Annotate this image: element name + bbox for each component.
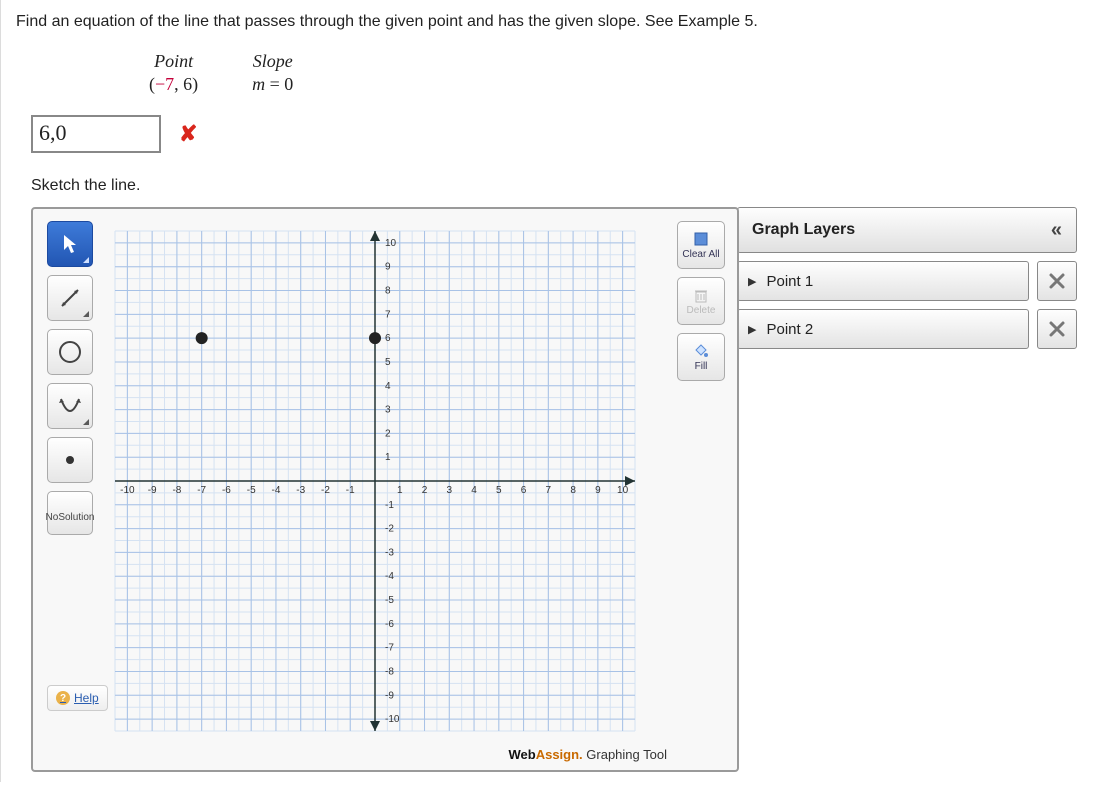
clear-icon: [693, 231, 709, 247]
svg-text:3: 3: [385, 405, 391, 416]
point-header: Point: [123, 51, 224, 72]
sketch-prompt: Sketch the line.: [31, 177, 1081, 195]
point-tool[interactable]: [47, 437, 93, 483]
svg-text:5: 5: [385, 357, 391, 368]
svg-text:-1: -1: [385, 500, 394, 511]
svg-text:9: 9: [385, 262, 391, 273]
svg-text:-2: -2: [385, 524, 394, 535]
line-tool[interactable]: [47, 275, 93, 321]
delete-layer-2[interactable]: [1037, 309, 1077, 349]
svg-text:-9: -9: [148, 485, 157, 496]
svg-text:-3: -3: [385, 547, 394, 558]
draw-toolbar: NoSolution ? Help: [47, 221, 99, 741]
expand-icon: ▶: [748, 275, 756, 288]
svg-text:-7: -7: [197, 485, 206, 496]
point-value: (−7, 6): [123, 74, 224, 95]
svg-text:3: 3: [447, 485, 453, 496]
svg-text:-6: -6: [222, 485, 231, 496]
svg-text:9: 9: [595, 485, 601, 496]
svg-text:-9: -9: [385, 690, 394, 701]
delete-layer-1[interactable]: [1037, 261, 1077, 301]
help-button[interactable]: ? Help: [47, 685, 108, 711]
svg-text:-2: -2: [321, 485, 330, 496]
svg-text:-8: -8: [172, 485, 181, 496]
close-icon: [1048, 272, 1066, 290]
graphing-tool-container: NoSolution ? Help -10-9-8-7-6-5-4-3-2-11…: [31, 207, 739, 772]
slope-header: Slope: [226, 51, 319, 72]
incorrect-icon: ✘: [179, 121, 197, 147]
svg-text:2: 2: [385, 428, 391, 439]
no-solution-button[interactable]: NoSolution: [47, 491, 93, 535]
svg-text:2: 2: [422, 485, 428, 496]
svg-text:4: 4: [471, 485, 477, 496]
delete-button[interactable]: Delete: [677, 277, 725, 325]
svg-text:1: 1: [397, 485, 403, 496]
svg-text:1: 1: [385, 452, 391, 463]
close-icon: [1048, 320, 1066, 338]
svg-text:-3: -3: [296, 485, 305, 496]
collapse-panel-icon[interactable]: «: [1051, 219, 1062, 242]
svg-text:-7: -7: [385, 643, 394, 654]
equation-answer-input[interactable]: 6,0: [31, 115, 161, 153]
svg-text:5: 5: [496, 485, 502, 496]
svg-text:-4: -4: [385, 571, 394, 582]
circle-tool[interactable]: [47, 329, 93, 375]
svg-text:6: 6: [385, 333, 391, 344]
clear-all-button[interactable]: Clear All: [677, 221, 725, 269]
svg-text:7: 7: [546, 485, 552, 496]
slope-value: m = 0: [226, 74, 319, 95]
help-icon: ?: [56, 691, 70, 705]
svg-text:-1: -1: [346, 485, 355, 496]
svg-text:8: 8: [570, 485, 576, 496]
svg-text:7: 7: [385, 309, 391, 320]
fill-button[interactable]: Fill: [677, 333, 725, 381]
question-text: Find an equation of the line that passes…: [16, 13, 1081, 31]
svg-text:4: 4: [385, 381, 391, 392]
parabola-tool[interactable]: [47, 383, 93, 429]
graphing-tool-credit: WebAssign. Graphing Tool: [47, 741, 723, 766]
svg-text:-4: -4: [271, 485, 280, 496]
svg-text:-8: -8: [385, 666, 394, 677]
svg-text:-5: -5: [247, 485, 256, 496]
given-data-table: Point Slope (−7, 6) m = 0: [121, 49, 321, 97]
svg-text:-10: -10: [120, 485, 135, 496]
svg-text:10: 10: [385, 238, 397, 249]
layer-point-2[interactable]: ▶ Point 2: [737, 309, 1029, 349]
svg-text:-6: -6: [385, 619, 394, 630]
svg-text:6: 6: [521, 485, 527, 496]
expand-icon: ▶: [748, 323, 756, 336]
graph-layers-header[interactable]: Graph Layers «: [737, 207, 1077, 253]
svg-text:-10: -10: [385, 714, 400, 725]
coordinate-plane[interactable]: -10-9-8-7-6-5-4-3-2-112345678910-10-9-8-…: [105, 221, 645, 741]
svg-text:-5: -5: [385, 595, 394, 606]
fill-icon: [693, 343, 709, 359]
svg-text:10: 10: [617, 485, 629, 496]
trash-icon: [693, 287, 709, 303]
layer-point-1[interactable]: ▶ Point 1: [737, 261, 1029, 301]
svg-text:8: 8: [385, 286, 391, 297]
pointer-tool[interactable]: [47, 221, 93, 267]
